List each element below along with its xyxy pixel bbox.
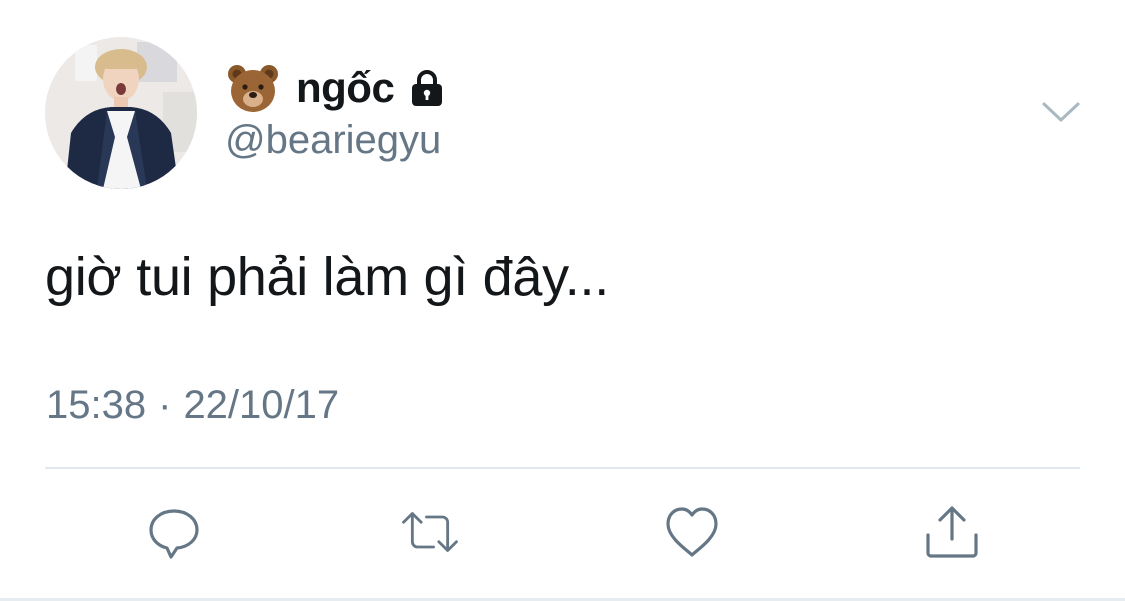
heart-icon: [666, 507, 718, 557]
avatar-photo: [45, 37, 197, 189]
tweet-timestamp[interactable]: 15:38 · 22/10/17: [46, 383, 339, 428]
author-name-row[interactable]: ngốc: [226, 60, 448, 116]
meta-separator: ·: [158, 383, 172, 427]
reply-button[interactable]: [144, 503, 204, 561]
author-display-name: ngốc: [296, 64, 395, 111]
divider: [45, 467, 1080, 469]
share-upload-icon: [926, 506, 978, 558]
share-button[interactable]: [922, 503, 982, 561]
tweet-text: giờ tui phải làm gì đây...: [45, 247, 609, 307]
like-button[interactable]: [662, 503, 722, 561]
retweet-icon: [402, 512, 458, 552]
tweet-date: 22/10/17: [183, 383, 340, 427]
lock-icon: [406, 68, 448, 110]
chevron-down-icon[interactable]: [1040, 98, 1082, 126]
comment-bubble-icon: [149, 509, 199, 559]
author-handle[interactable]: @beariegyu: [225, 118, 441, 163]
retweet-button[interactable]: [400, 503, 460, 561]
avatar[interactable]: [45, 37, 197, 189]
tweet-time: 15:38: [46, 383, 147, 427]
bear-face-emoji-icon: [226, 62, 280, 114]
